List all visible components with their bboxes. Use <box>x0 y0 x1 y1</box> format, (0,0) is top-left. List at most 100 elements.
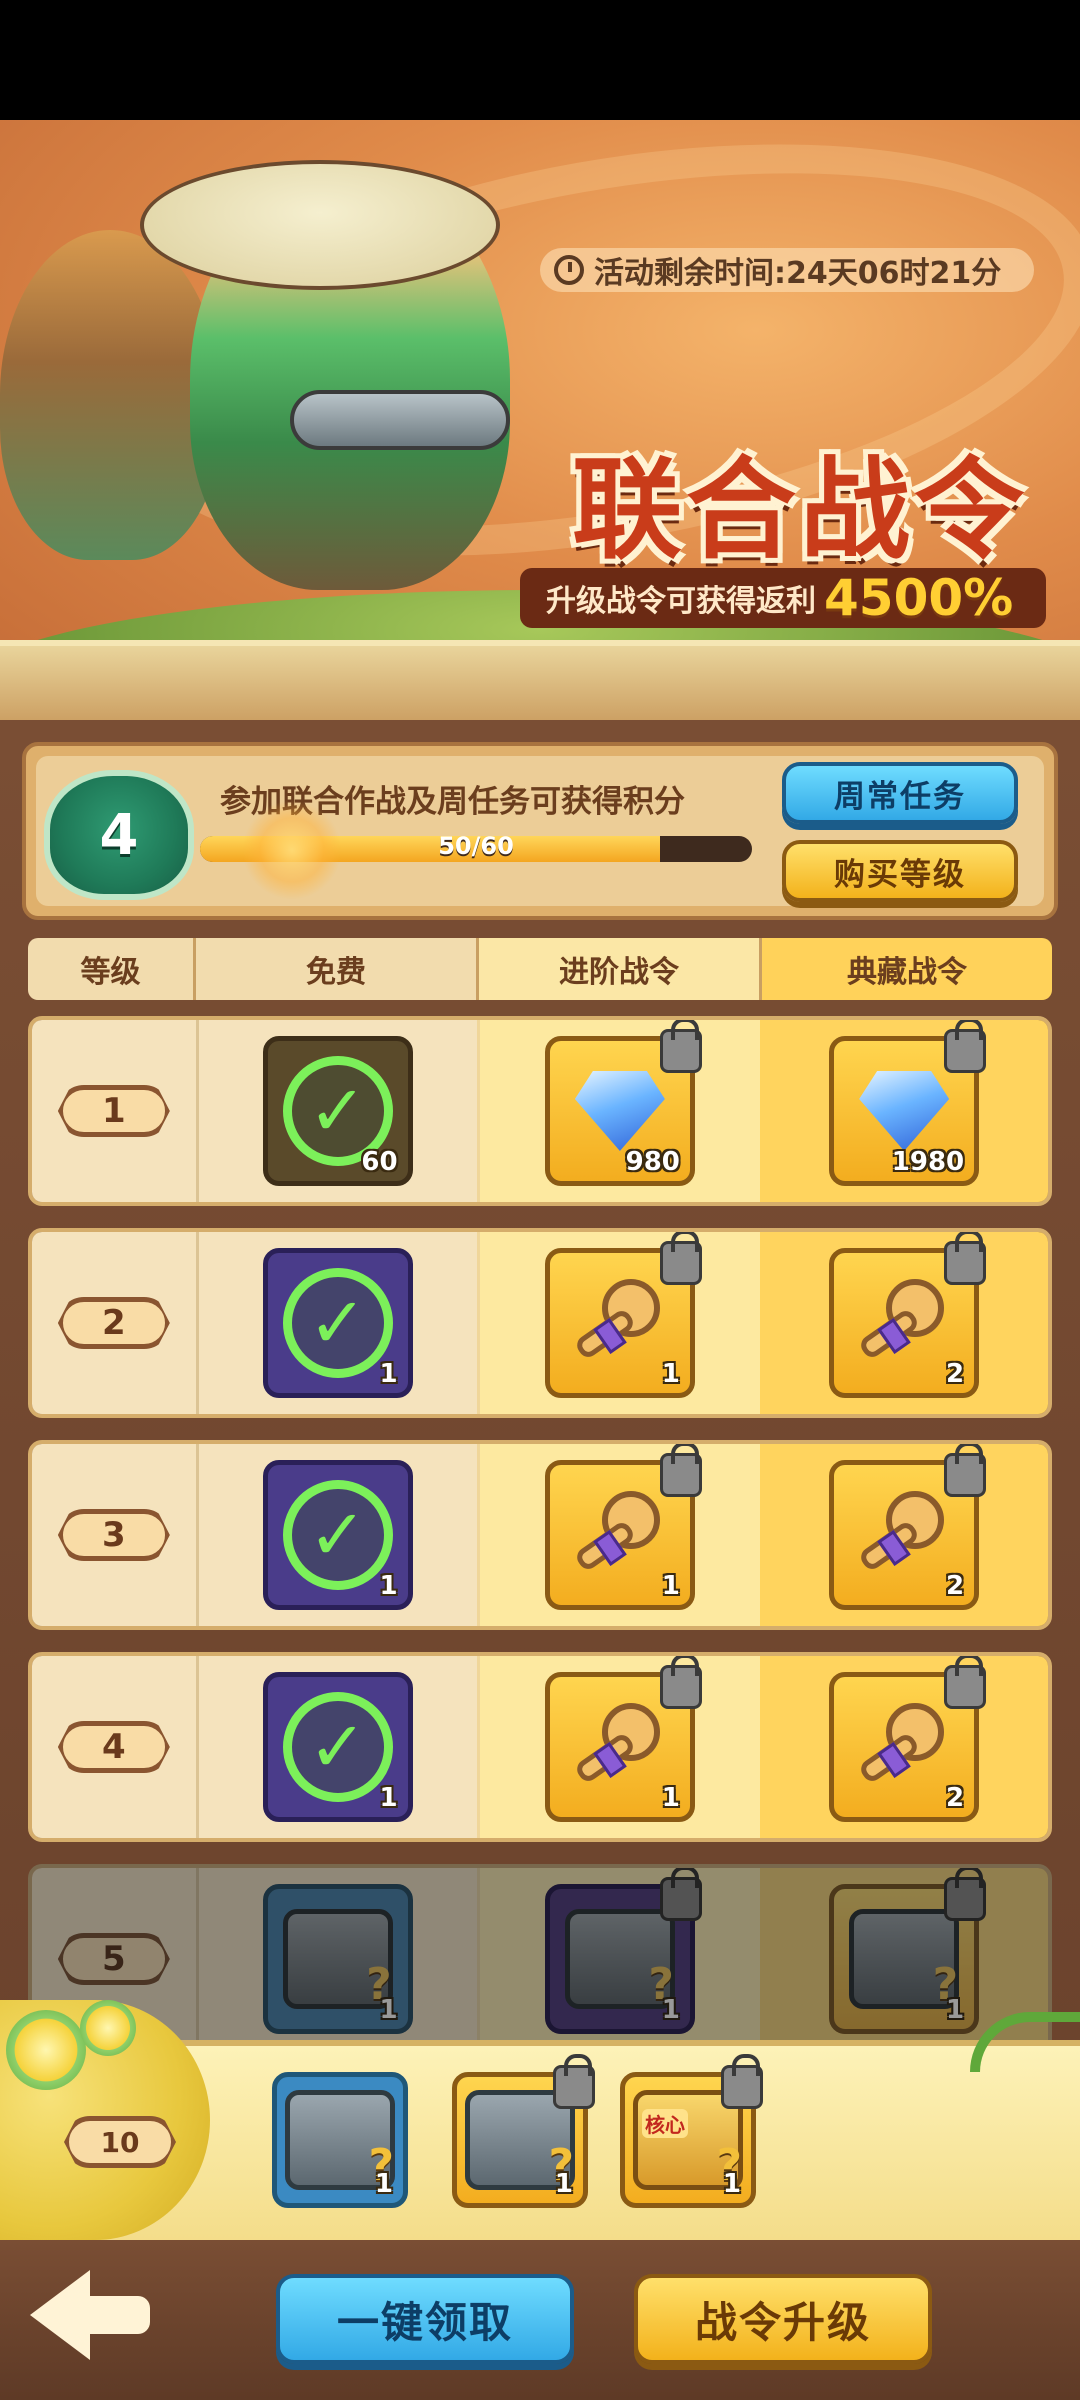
lock-icon <box>659 1868 702 1921</box>
row-level: 3 <box>57 1509 170 1561</box>
reward-qty: 980 <box>625 1147 680 1177</box>
advanced-reward-slot[interactable]: 1 <box>544 1868 702 2034</box>
milestone-free-slot[interactable]: 1 <box>272 2072 408 2208</box>
reward-qty: 1 <box>661 1995 680 2025</box>
free-reward-slot[interactable]: 1 <box>262 1884 413 2034</box>
reward-qty: 2 <box>946 1359 965 1389</box>
event-timer: 活动剩余时间:24天06时21分 <box>540 248 1034 292</box>
timer-text: 活动剩余时间:24天06时21分 <box>594 256 1002 291</box>
collector-reward-slot[interactable]: 2 <box>829 1232 987 1398</box>
hero-boy-illustration <box>0 230 220 560</box>
reward-qty: 1 <box>554 2169 573 2199</box>
back-arrow-tail <box>86 2296 150 2334</box>
advanced-reward-slot[interactable]: 1 <box>544 1232 702 1398</box>
rebate-banner: 升级战令可获得返利 4500% <box>520 568 1046 628</box>
milestone-level-wrap: 10 <box>64 2116 180 2168</box>
current-level: 4 <box>99 802 139 868</box>
column-advanced: 进阶战令 <box>479 938 762 1000</box>
reward-row: 2 ✓ 1 1 2 <box>28 1228 1052 1418</box>
reward-qty: 1 <box>379 1571 398 1601</box>
collector-cell: 1980 <box>760 1020 1048 1202</box>
reward-row: 4 ✓ 1 1 2 <box>28 1652 1052 1842</box>
row-level-cell: 3 <box>32 1444 199 1626</box>
reward-row-locked: 5 1 1 1 <box>28 1864 1052 2054</box>
free-reward-slot[interactable]: ✓ 1 <box>262 1460 413 1610</box>
advanced-reward-slot[interactable]: 1 <box>544 1656 702 1822</box>
lock-icon <box>944 1656 987 1709</box>
row-level-cell: 4 <box>32 1656 199 1838</box>
advanced-cell: 1 <box>479 1868 761 2050</box>
column-level: 等级 <box>28 938 196 1000</box>
collector-reward-slot[interactable]: 2 <box>829 1656 987 1822</box>
reward-qty: 1 <box>661 1571 680 1601</box>
collector-cell: 2 <box>760 1656 1048 1838</box>
reward-qty: 1 <box>661 1783 680 1813</box>
claimed-check-icon: ✓ <box>282 1480 393 1590</box>
row-level: 2 <box>57 1297 170 1349</box>
chest-icon <box>282 1909 393 2010</box>
claimed-check-icon: ✓ <box>282 1692 393 1802</box>
advanced-cell: 1 <box>479 1232 761 1414</box>
reward-qty: 1 <box>379 1783 398 1813</box>
milestone-collector-slot[interactable]: 核心 1 <box>620 2054 763 2208</box>
reward-row: 1 ✓ 60 980 1980 <box>28 1016 1052 1206</box>
core-tag: 核心 <box>642 2109 688 2138</box>
banner-edge <box>0 640 1080 720</box>
chest-icon <box>849 1909 960 2010</box>
reward-qty: 1980 <box>891 1147 965 1177</box>
status-bar-area <box>0 0 1080 120</box>
reward-qty: 1 <box>379 1995 398 2025</box>
diamond-icon <box>859 1071 950 1151</box>
row-level: 5 <box>57 1933 170 1985</box>
lock-icon <box>659 1232 702 1285</box>
reward-qty: 1 <box>661 1359 680 1389</box>
level-badge: 4 <box>44 770 194 900</box>
free-cell: ✓ 1 <box>198 1444 480 1626</box>
free-cell: ✓ 60 <box>198 1020 480 1202</box>
buy-levels-button[interactable]: 购买等级 <box>782 840 1018 902</box>
reward-row: 3 ✓ 1 1 2 <box>28 1440 1052 1630</box>
rebate-value: 4500% <box>824 569 1014 627</box>
advanced-cell: 1 <box>479 1444 761 1626</box>
reward-qty: 2 <box>946 1571 965 1601</box>
hat-illustration <box>140 160 500 290</box>
key-icon <box>570 1485 670 1585</box>
daily-tasks-button[interactable]: 周常任务 <box>782 762 1018 824</box>
free-cell: 1 <box>198 1868 480 2050</box>
flower-decoration <box>80 2000 136 2056</box>
row-level: 4 <box>57 1721 170 1773</box>
collector-reward-slot[interactable]: 1980 <box>829 1020 987 1186</box>
flower-decoration <box>6 2010 86 2090</box>
pass-upgrade-button[interactable]: 战令升级 <box>634 2274 932 2364</box>
collector-cell: 2 <box>760 1444 1048 1626</box>
milestone-advanced-slot[interactable]: 1 <box>452 2054 595 2208</box>
lock-icon <box>659 1020 702 1073</box>
collector-reward-slot[interactable]: 1 <box>829 1868 987 2034</box>
advanced-reward-slot[interactable]: 1 <box>544 1444 702 1610</box>
collector-cell: 2 <box>760 1232 1048 1414</box>
lock-icon <box>944 1868 987 1921</box>
key-icon <box>570 1273 670 1373</box>
reward-qty: 1 <box>722 2169 741 2199</box>
free-reward-slot[interactable]: ✓ 60 <box>262 1036 413 1186</box>
reward-qty: 1 <box>379 1359 398 1389</box>
chest-icon <box>564 1909 675 2010</box>
advanced-cell: 1 <box>479 1656 761 1838</box>
lock-icon <box>659 1444 702 1497</box>
advanced-reward-slot[interactable]: 980 <box>544 1020 702 1186</box>
row-level-cell: 1 <box>32 1020 199 1202</box>
key-icon <box>854 1273 954 1373</box>
claimed-check-icon: ✓ <box>282 1268 393 1378</box>
free-reward-slot[interactable]: ✓ 1 <box>262 1248 413 1398</box>
free-reward-slot[interactable]: ✓ 1 <box>262 1672 413 1822</box>
lock-icon <box>721 2054 763 2109</box>
key-icon <box>854 1485 954 1585</box>
back-arrow-icon[interactable] <box>30 2270 150 2360</box>
lock-icon <box>944 1020 987 1073</box>
lock-icon <box>659 1656 702 1709</box>
reward-qty: 1 <box>374 2169 393 2199</box>
collector-reward-slot[interactable]: 2 <box>829 1444 987 1610</box>
column-free: 免费 <box>196 938 479 1000</box>
rebate-label: 升级战令可获得返利 <box>546 584 816 619</box>
claim-all-button[interactable]: 一键领取 <box>276 2274 574 2364</box>
